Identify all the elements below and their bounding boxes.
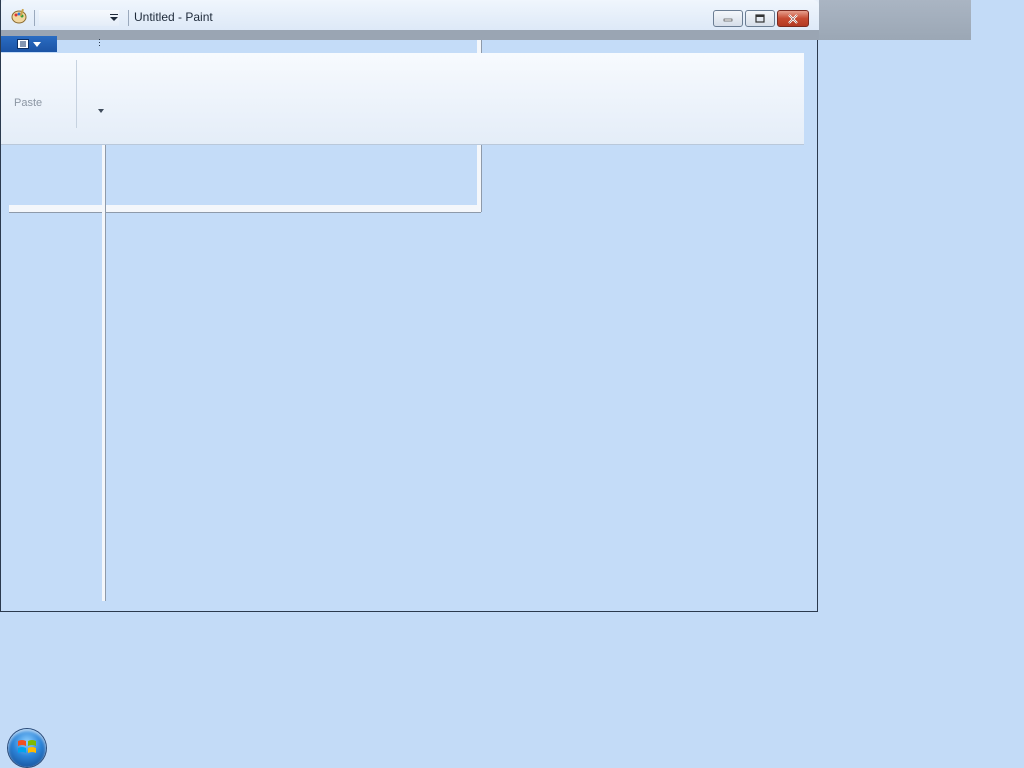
maximize-icon	[755, 14, 765, 23]
minimize-button[interactable]	[713, 10, 743, 27]
paint-window: Untitled - Paint Paste	[0, 0, 971, 612]
title-bar-upper	[1, 0, 819, 33]
close-icon	[788, 13, 798, 24]
file-menu-button[interactable]	[1, 36, 57, 52]
title-bar-extension	[819, 0, 971, 40]
chevron-down-icon[interactable]	[109, 12, 119, 24]
canvas-bottom-edge	[9, 205, 481, 213]
chevron-down-icon[interactable]	[98, 109, 104, 113]
title-separator	[128, 10, 129, 26]
start-button[interactable]	[8, 729, 46, 767]
title-bar[interactable]: Untitled - Paint	[1, 0, 971, 40]
ribbon-group-separator	[76, 60, 77, 128]
quick-access-toolbar[interactable]	[39, 10, 119, 26]
paste-button[interactable]: Paste	[14, 97, 42, 109]
minimize-icon	[723, 18, 733, 21]
close-button[interactable]	[777, 10, 809, 27]
menu-icon	[17, 39, 29, 49]
ribbon	[1, 53, 804, 145]
grip-icon	[99, 39, 100, 46]
vertical-divider	[102, 145, 106, 601]
chevron-down-icon	[33, 41, 41, 47]
window-title: Untitled - Paint	[134, 10, 213, 24]
paint-app-icon[interactable]	[11, 8, 27, 24]
windows-start-orb-icon	[18, 740, 36, 753]
quick-access-separator	[34, 10, 35, 26]
maximize-button[interactable]	[745, 10, 775, 27]
